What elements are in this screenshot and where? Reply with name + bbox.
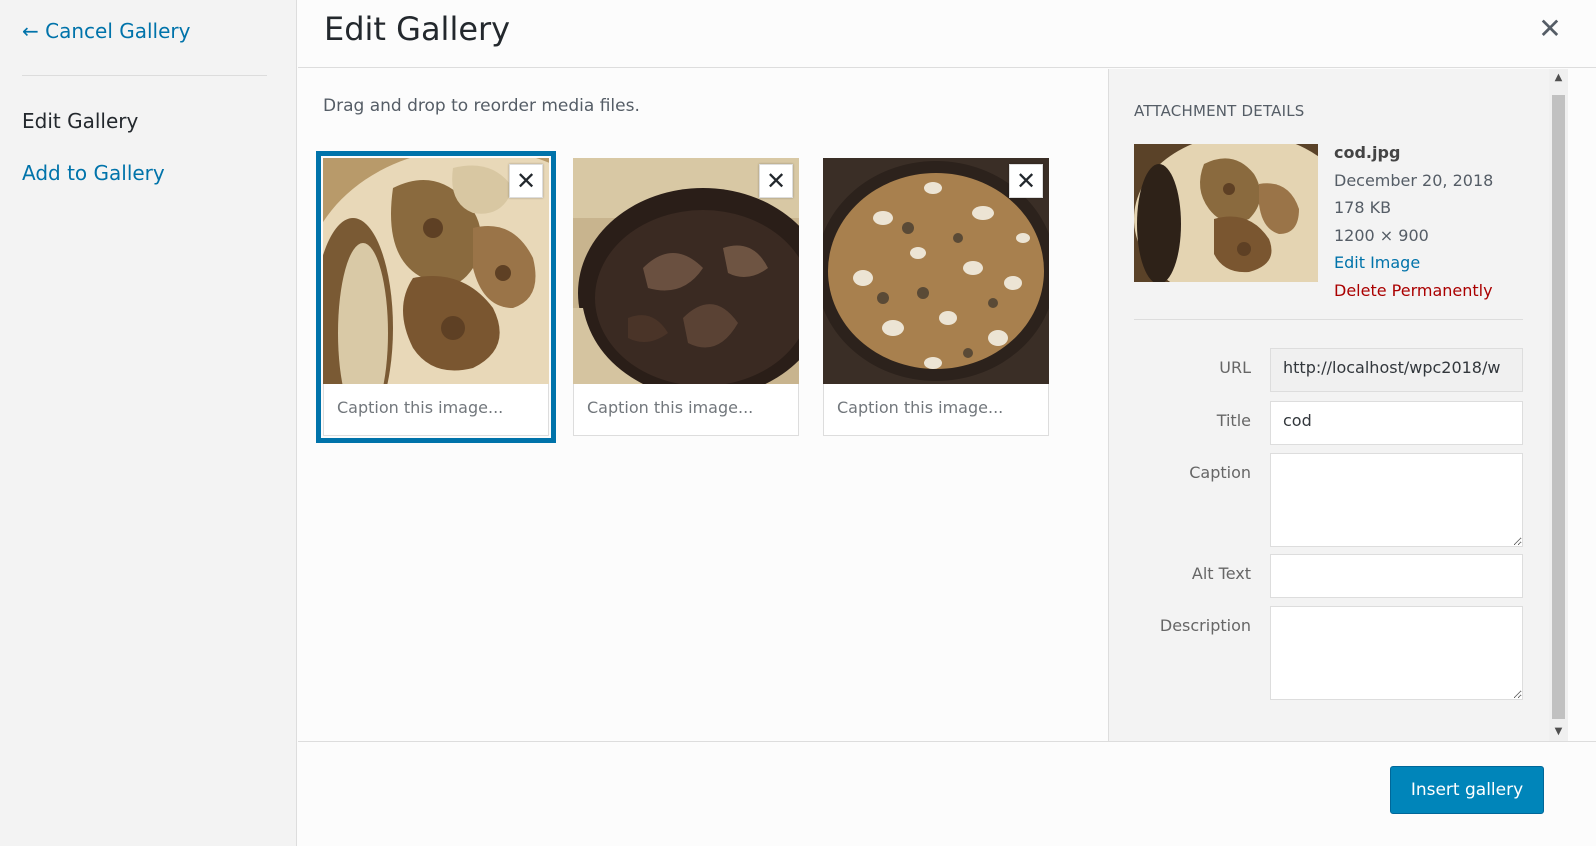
upload-date: December 20, 2018	[1334, 170, 1494, 190]
attachment-details-heading: ATTACHMENT DETAILS	[1134, 102, 1305, 120]
scroll-down-arrow-icon[interactable]: ▼	[1549, 723, 1568, 741]
url-field[interactable]: http://localhost/wpc2018/w	[1270, 348, 1523, 392]
attachment-info: cod.jpg December 20, 2018 178 KB 1200 × …	[1334, 139, 1493, 304]
insert-gallery-button[interactable]: Insert gallery	[1390, 766, 1544, 814]
cancel-gallery-link[interactable]: ← Cancel Gallery	[22, 19, 190, 43]
attachment-thumbnail[interactable]: ✕	[323, 158, 549, 384]
media-toolbar: Insert gallery	[298, 741, 1596, 846]
alt-text-field[interactable]	[1270, 554, 1523, 598]
caption-input[interactable]: Caption this image...	[823, 384, 1049, 436]
page-title: Edit Gallery	[324, 10, 511, 48]
gallery-attachment[interactable]: ✕ Caption this image...	[316, 151, 556, 443]
attachment-thumbnail[interactable]: ✕	[823, 158, 1049, 384]
scroll-up-arrow-icon[interactable]: ▲	[1549, 69, 1568, 87]
url-label: URL	[1219, 358, 1251, 377]
file-name: cod.jpg	[1334, 143, 1401, 162]
image-dimensions: 1200 × 900	[1334, 225, 1429, 245]
details-separator	[1134, 319, 1523, 320]
gallery-content: Drag and drop to reorder media files. ✕ …	[298, 69, 1108, 741]
description-label: Description	[1159, 616, 1251, 635]
menu-separator	[22, 75, 267, 76]
gallery-attachment[interactable]: ✕ Caption this image...	[823, 158, 1049, 436]
caption-label: Caption	[1189, 463, 1251, 482]
title-field[interactable]: cod	[1270, 401, 1523, 445]
media-router-menu: ← Cancel Gallery Edit Gallery Add to Gal…	[0, 0, 297, 846]
remove-attachment-icon[interactable]: ✕	[759, 164, 793, 198]
file-size: 178 KB	[1334, 198, 1392, 217]
details-thumbnail	[1134, 144, 1318, 282]
delete-permanently-link[interactable]: Delete Permanently	[1334, 277, 1493, 305]
menu-item-add-to-gallery[interactable]: Add to Gallery	[22, 161, 165, 185]
caption-field[interactable]	[1270, 453, 1523, 547]
close-icon[interactable]: ✕	[1532, 14, 1568, 50]
frame-title: Edit Gallery	[298, 0, 1596, 68]
sidebar-scrollbar[interactable]: ▲ ▼	[1549, 69, 1568, 741]
gallery-attachment[interactable]: ✕ Caption this image...	[573, 158, 799, 436]
edit-image-link[interactable]: Edit Image	[1334, 249, 1493, 277]
caption-input[interactable]: Caption this image...	[323, 384, 549, 436]
title-label: Title	[1216, 411, 1251, 430]
chicken-plate-image	[1134, 144, 1318, 282]
reorder-instructions: Drag and drop to reorder media files.	[323, 96, 640, 116]
attachment-details-sidebar: ATTACHMENT DETAILS cod.jpg December 20, …	[1108, 69, 1549, 741]
scrollbar-thumb[interactable]	[1552, 95, 1565, 719]
menu-item-edit-gallery[interactable]: Edit Gallery	[22, 109, 138, 133]
remove-attachment-icon[interactable]: ✕	[509, 164, 543, 198]
description-field[interactable]	[1270, 606, 1523, 700]
caption-input[interactable]: Caption this image...	[573, 384, 799, 436]
remove-attachment-icon[interactable]: ✕	[1009, 164, 1043, 198]
alt-text-label: Alt Text	[1191, 564, 1251, 583]
attachment-thumbnail[interactable]: ✕	[573, 158, 799, 384]
